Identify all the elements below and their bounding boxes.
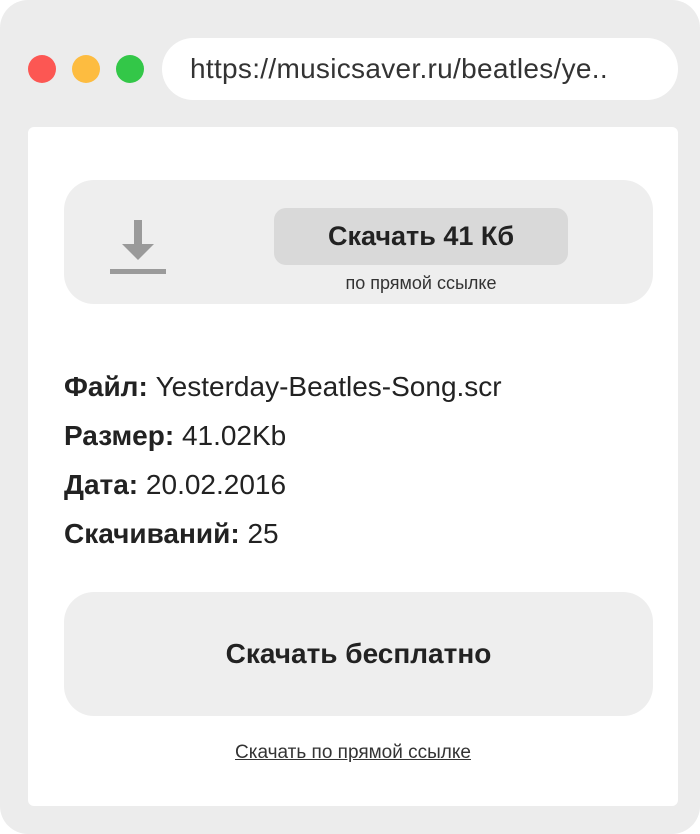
file-name-row: Файл: Yesterday-Beatles-Song.scr <box>64 367 502 416</box>
window-close-button[interactable] <box>28 55 56 83</box>
download-count-label: Скачиваний: <box>64 518 240 549</box>
window-maximize-button[interactable] <box>116 55 144 83</box>
file-name-value: Yesterday-Beatles-Song.scr <box>155 371 502 402</box>
download-size-button[interactable]: Скачать 41 Кб <box>274 208 568 265</box>
download-count-row: Скачиваний: 25 <box>64 514 502 563</box>
direct-download-card: Скачать 41 Кб по прямой ссылке <box>64 180 653 304</box>
page-content: Скачать 41 Кб по прямой ссылке Файл: Yes… <box>28 127 678 806</box>
address-bar[interactable]: https://musicsaver.ru/beatles/ye.. <box>162 38 678 100</box>
download-subtitle: по прямой ссылке <box>345 273 497 293</box>
free-download-button[interactable]: Скачать бесплатно <box>64 592 653 716</box>
download-icon <box>110 220 166 274</box>
file-date-label: Дата: <box>64 469 139 500</box>
direct-link-container: Скачать по прямой ссылке <box>28 742 678 764</box>
file-info: Файл: Yesterday-Beatles-Song.scr Размер:… <box>64 367 502 563</box>
browser-window: https://musicsaver.ru/beatles/ye.. Скача… <box>0 0 700 834</box>
file-size-row: Размер: 41.02Kb <box>64 416 502 465</box>
file-size-value: 41.02Kb <box>181 420 287 451</box>
file-date-value: 20.02.2016 <box>145 469 287 500</box>
file-size-label: Размер: <box>64 420 175 451</box>
download-count-value: 25 <box>247 518 279 549</box>
file-date-row: Дата: 20.02.2016 <box>64 465 502 514</box>
url-text: https://musicsaver.ru/beatles/ye.. <box>190 53 608 84</box>
file-name-label: Файл: <box>64 371 148 402</box>
window-minimize-button[interactable] <box>72 55 100 83</box>
direct-download-link[interactable]: Скачать по прямой ссылке <box>235 742 471 763</box>
